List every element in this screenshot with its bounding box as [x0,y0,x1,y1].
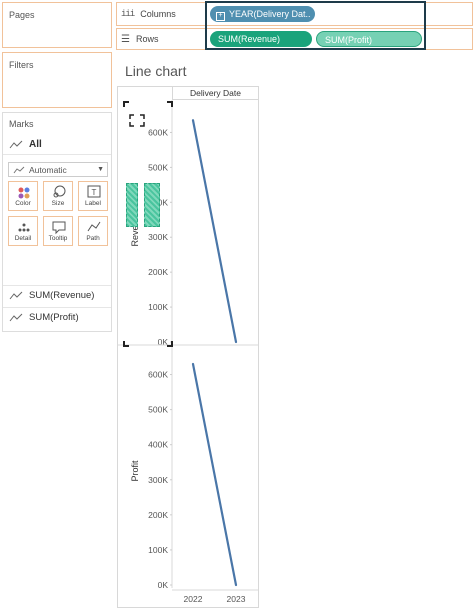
path-icon [87,221,101,232]
path-button[interactable]: Path [78,216,108,246]
tooltip-button[interactable]: Tooltip [43,216,73,246]
mark-type-value: Automatic [29,164,67,175]
detail-button[interactable]: Detail [8,216,38,246]
rows-pill-profit[interactable]: SUM(Profit) [316,31,422,47]
color-button[interactable]: Color [8,181,38,211]
tooltip-icon [52,221,66,235]
marks-title: Marks [9,119,34,129]
columns-icon: iii [121,9,135,19]
view-title: Line chart [125,63,187,79]
rows-pill-profit-label: SUM(Profit) [325,35,372,45]
plus-box-icon: + [216,12,225,21]
size-icon [53,185,66,198]
tooltip-label: Tooltip [48,235,68,242]
path-label: Path [86,235,100,242]
columns-pill-label: YEAR(Delivery Dat.. [229,9,311,19]
rows-label: Rows [135,34,159,44]
drop-zone-right[interactable] [144,183,160,227]
label-icon: T [87,185,101,198]
detail-icon [18,223,30,232]
label-label: Label [85,200,101,207]
all-label: All [29,139,42,150]
marks-all-row[interactable]: All [3,135,111,155]
marks-revenue-row[interactable]: SUM(Revenue) [3,285,111,305]
mark-type-dropdown[interactable]: Automatic ▼ [8,162,108,177]
color-dots-icon [18,187,30,199]
rows-icon: ☰ [121,33,130,45]
line-mark-icon [9,291,23,299]
pages-title: Pages [9,10,35,20]
svg-text:T: T [92,188,97,197]
measure-revenue-label: SUM(Revenue) [29,290,95,301]
size-label: Size [51,200,65,207]
size-button[interactable]: Size [43,181,73,211]
label-button[interactable]: T Label [78,181,108,211]
rows-pill-revenue[interactable]: SUM(Revenue) [210,31,312,47]
detail-label: Detail [14,235,32,242]
pages-card[interactable]: Pages [2,2,112,48]
color-label: Color [15,200,31,207]
line-mark-icon [9,313,23,321]
marks-card: Marks All Automatic ▼ Color Size T Label [2,112,112,332]
marks-profit-row[interactable]: SUM(Profit) [3,307,111,327]
drop-zone-left[interactable] [126,183,138,227]
filters-title: Filters [9,60,34,70]
columns-label: Columns [140,9,176,19]
filters-card[interactable]: Filters [2,52,112,108]
line-mark-icon [13,166,25,173]
rows-pill-revenue-label: SUM(Revenue) [218,34,281,44]
columns-pill-delivery-year[interactable]: + YEAR(Delivery Dat.. [210,6,315,22]
column-header-label: Delivery Date [189,88,242,98]
line-mark-icon [9,140,23,148]
measure-profit-label: SUM(Profit) [29,312,79,323]
chart-frame [117,86,259,608]
chevron-down-icon: ▼ [97,166,104,173]
column-header: Delivery Date [172,86,258,100]
